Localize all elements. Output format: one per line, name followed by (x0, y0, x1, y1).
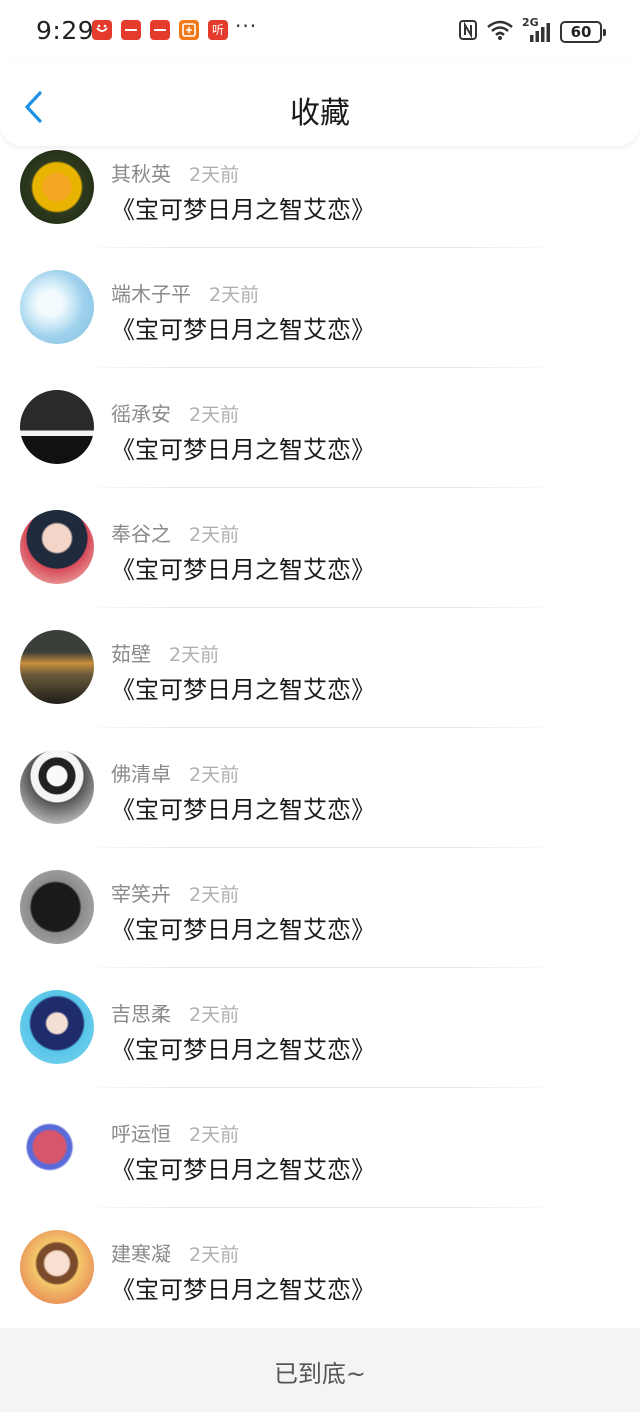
user-name[interactable]: 茹壁 (111, 642, 151, 666)
favorite-title[interactable]: 《宝可梦日月之智艾恋》 (111, 310, 375, 345)
list-item[interactable]: 奉谷之 2天前 《宝可梦日月之智艾恋》 (0, 488, 640, 608)
list-item[interactable]: 端木子平 2天前 《宝可梦日月之智艾恋》 (0, 248, 640, 368)
user-name[interactable]: 呼运恒 (111, 1122, 171, 1146)
favorite-title[interactable]: 《宝可梦日月之智艾恋》 (111, 910, 375, 945)
user-name[interactable]: 奉谷之 (111, 522, 171, 546)
system-icons: 2G 60 (458, 16, 606, 45)
avatar[interactable] (20, 870, 94, 944)
page-title: 收藏 (290, 96, 350, 131)
status-bar: 9:29 听 ··· 2G 60 (0, 0, 640, 62)
avatar[interactable] (20, 150, 94, 224)
post-time: 2天前 (209, 284, 260, 306)
favorite-title[interactable]: 《宝可梦日月之智艾恋》 (111, 550, 375, 585)
clock: 9:29 (36, 16, 95, 45)
avatar[interactable] (20, 990, 94, 1064)
wifi-icon (486, 19, 514, 45)
favorite-title[interactable]: 《宝可梦日月之智艾恋》 (111, 670, 375, 705)
post-time: 2天前 (189, 164, 240, 186)
favorite-title[interactable]: 《宝可梦日月之智艾恋》 (111, 430, 375, 465)
cellular-signal-icon: 2G (522, 16, 552, 44)
post-time: 2天前 (189, 1124, 240, 1146)
huawei-app-icon (150, 20, 170, 40)
post-time: 2天前 (169, 644, 220, 666)
more-notifications-icon: ··· (235, 14, 258, 38)
end-of-list-footer: 已到底~ (0, 1328, 640, 1412)
nav-header: 收藏 (0, 62, 640, 146)
avatar[interactable] (20, 1110, 94, 1184)
user-name[interactable]: 建寒凝 (111, 1242, 171, 1266)
user-name[interactable]: 徭承安 (111, 402, 171, 426)
post-time: 2天前 (189, 1004, 240, 1026)
list-item[interactable]: 吉思柔 2天前 《宝可梦日月之智艾恋》 (0, 968, 640, 1088)
battery-icon: 60 (560, 21, 606, 43)
user-name[interactable]: 端木子平 (111, 282, 191, 306)
avatar[interactable] (20, 270, 94, 344)
post-time: 2天前 (189, 1244, 240, 1266)
post-time: 2天前 (189, 764, 240, 786)
favorite-title[interactable]: 《宝可梦日月之智艾恋》 (111, 190, 375, 225)
huawei-app-icon (92, 20, 112, 40)
post-time: 2天前 (189, 404, 240, 426)
listen-app-icon: 听 (208, 20, 228, 40)
list-item[interactable]: 建寒凝 2天前 《宝可梦日月之智艾恋》 (0, 1208, 640, 1328)
favorite-title[interactable]: 《宝可梦日月之智艾恋》 (111, 1030, 375, 1065)
end-of-list-label: 已到底~ (273, 1360, 367, 1388)
avatar[interactable] (20, 1230, 94, 1304)
list-item[interactable]: 其秋英 2天前 《宝可梦日月之智艾恋》 (0, 150, 640, 248)
user-name[interactable]: 佛清卓 (111, 762, 171, 786)
user-name[interactable]: 吉思柔 (111, 1002, 171, 1026)
list-item[interactable]: 呼运恒 2天前 《宝可梦日月之智艾恋》 (0, 1088, 640, 1208)
favorite-title[interactable]: 《宝可梦日月之智艾恋》 (111, 1150, 375, 1185)
list-item[interactable]: 茹壁 2天前 《宝可梦日月之智艾恋》 (0, 608, 640, 728)
post-time: 2天前 (189, 884, 240, 906)
favorites-list: 其秋英 2天前 《宝可梦日月之智艾恋》 端木子平 2天前 《宝可梦日月之智艾恋》 徭… (0, 150, 640, 1328)
huawei-app-icon (121, 20, 141, 40)
avatar[interactable] (20, 750, 94, 824)
list-item[interactable]: 徭承安 2天前 《宝可梦日月之智艾恋》 (0, 368, 640, 488)
list-item[interactable]: 宰笑卉 2天前 《宝可梦日月之智艾恋》 (0, 848, 640, 968)
post-time: 2天前 (189, 524, 240, 546)
user-name[interactable]: 其秋英 (111, 162, 171, 186)
user-name[interactable]: 宰笑卉 (111, 882, 171, 906)
avatar[interactable] (20, 510, 94, 584)
avatar[interactable] (20, 390, 94, 464)
notification-icons: 听 (92, 20, 228, 40)
favorite-title[interactable]: 《宝可梦日月之智艾恋》 (111, 790, 375, 825)
nfc-icon (458, 19, 478, 45)
favorite-title[interactable]: 《宝可梦日月之智艾恋》 (111, 1270, 375, 1305)
avatar[interactable] (20, 630, 94, 704)
taobao-app-icon (179, 20, 199, 40)
list-item[interactable]: 佛清卓 2天前 《宝可梦日月之智艾恋》 (0, 728, 640, 848)
